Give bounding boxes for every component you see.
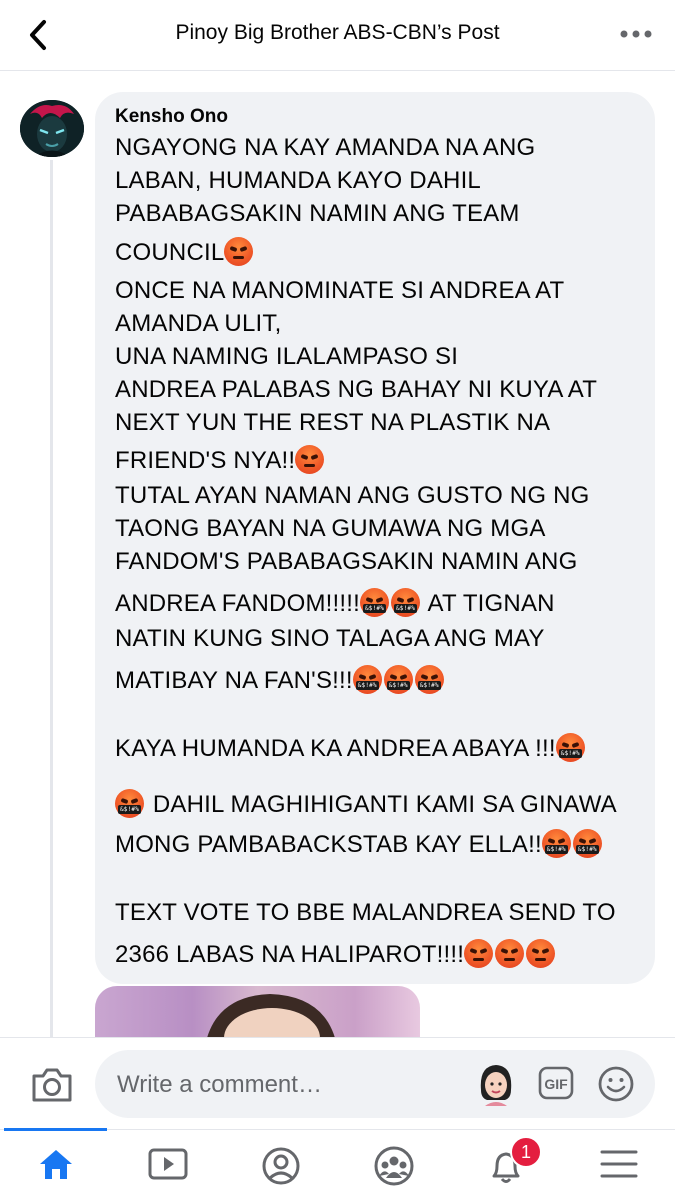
- comment-line-text: NATIN KUNG SINO TALAGA ANG MAY: [115, 625, 545, 652]
- cursing-face-emoji-icon: &$!#%: [352, 665, 382, 694]
- cursing-face-emoji-icon: &$!#%: [555, 733, 585, 762]
- home-icon: [40, 1150, 72, 1179]
- comment-line: NATIN KUNG SINO TALAGA ANG MAY: [115, 625, 545, 653]
- cursing-face-emoji-icon: &$!#%: [541, 829, 571, 858]
- comment-line-text: LABAN, HUMANDA KAYO DAHIL: [115, 167, 481, 194]
- smile-icon[interactable]: [597, 1065, 635, 1103]
- comment-line: MATIBAY NA FAN'S!!! &$!#% &$!#% &$!#%: [115, 665, 446, 695]
- comment-line-text: KAYA HUMANDA KA ANDREA ABAYA !!!: [115, 735, 556, 762]
- comment-input[interactable]: Write a comment… GIF: [95, 1050, 655, 1118]
- notification-badge: 1: [510, 1136, 542, 1168]
- cursing-face-emoji-icon: &$!#%: [383, 665, 413, 694]
- comment-line: FANDOM'S PABABAGSAKIN NAMIN ANG: [115, 548, 577, 576]
- comment-line: TUTAL AYAN NAMAN ANG GUSTO NG NG: [115, 482, 589, 510]
- cursing-face-emoji-icon: &$!#%: [414, 665, 444, 694]
- comment-line-text: MATIBAY NA FAN'S!!!: [115, 667, 353, 694]
- tab-groups[interactable]: [338, 1130, 450, 1201]
- tab-home[interactable]: [0, 1130, 112, 1201]
- comment-line-text: NEXT YUN THE REST NA PLASTIK NA: [115, 409, 551, 436]
- comment-line-text: TAONG BAYAN NA GUMAWA NG MGA: [115, 515, 546, 542]
- comment-line: MONG PAMBABACKSTAB KAY ELLA!! &$!#% &$!#%: [115, 829, 604, 859]
- comment-line-text: UNA NAMING ILALAMPASO SI: [115, 343, 459, 370]
- comment-line-text: COUNCIL: [115, 239, 225, 266]
- comment-line: ANDREA PALABAS NG BAHAY NI KUYA AT: [115, 376, 597, 404]
- video-icon: [148, 1148, 188, 1180]
- comment-author[interactable]: Kensho Ono: [115, 106, 228, 128]
- comment-line: &$!#% DAHIL MAGHIHIGANTI KAMI SA GINAWA: [115, 789, 617, 819]
- comment-composer: Write a comment… GIF: [0, 1037, 675, 1130]
- gif-button[interactable]: GIF: [538, 1066, 574, 1100]
- comment-placeholder: Write a comment…: [117, 1071, 322, 1098]
- comment-line-text: AT TIGNAN: [421, 590, 555, 617]
- avatar[interactable]: [20, 100, 84, 157]
- angry-face-emoji-icon: [295, 445, 325, 474]
- cursing-face-emoji-icon: &$!#%: [359, 588, 389, 617]
- angry-face-emoji-icon: [495, 939, 525, 968]
- comment-line: KAYA HUMANDA KA ANDREA ABAYA !!! &$!#%: [115, 733, 587, 763]
- angry-face-emoji-icon: [224, 237, 254, 266]
- hamburger-icon: [600, 1150, 638, 1178]
- comment-line: NGAYONG NA KAY AMANDA NA ANG: [115, 134, 535, 162]
- comment-line: ONCE NA MANOMINATE SI ANDREA AT: [115, 277, 564, 305]
- bottom-tab-bar: 1: [0, 1128, 675, 1201]
- comment-line-text: AMANDA ULIT,: [115, 310, 282, 337]
- camera-icon[interactable]: [30, 1066, 74, 1104]
- comment-line: PABABAGSAKIN NAMIN ANG TEAM: [115, 200, 520, 228]
- comment-line-text: DAHIL MAGHIHIGANTI KAMI SA GINAWA: [146, 791, 617, 818]
- comment-line-text: ONCE NA MANOMINATE SI ANDREA AT: [115, 277, 565, 304]
- cursing-face-emoji-icon: &$!#%: [390, 588, 420, 617]
- comment-line-text: NGAYONG NA KAY AMANDA NA ANG: [115, 134, 536, 161]
- comment-line-text: FANDOM'S PABABAGSAKIN NAMIN ANG: [115, 548, 578, 575]
- comment-line: UNA NAMING ILALAMPASO SI: [115, 343, 458, 371]
- gif-label: GIF: [544, 1076, 568, 1092]
- avatar-sticker-icon[interactable]: [475, 1062, 517, 1106]
- profile-icon: [262, 1147, 300, 1185]
- comment-line: NEXT YUN THE REST NA PLASTIK NA: [115, 409, 550, 437]
- angry-face-emoji-icon: [464, 939, 494, 968]
- header: Pinoy Big Brother ABS-CBN’s Post: [0, 0, 675, 71]
- comment-line: TAONG BAYAN NA GUMAWA NG MGA: [115, 515, 546, 543]
- comment-line-text: PABABAGSAKIN NAMIN ANG TEAM: [115, 200, 520, 227]
- comment-line: FRIEND'S NYA!!: [115, 445, 326, 475]
- tab-menu[interactable]: [563, 1130, 675, 1201]
- page-title: Pinoy Big Brother ABS-CBN’s Post: [175, 21, 500, 44]
- comment-line-text: ANDREA PALABAS NG BAHAY NI KUYA AT: [115, 376, 598, 403]
- tab-watch[interactable]: [112, 1130, 224, 1201]
- comment-line-text: TEXT VOTE TO BBE MALANDREA SEND TO: [115, 899, 616, 926]
- cursing-face-emoji-icon: &$!#%: [572, 829, 602, 858]
- comment-bubble: Kensho Ono NGAYONG NA KAY AMANDA NA ANG L…: [95, 92, 655, 984]
- comment-line: COUNCIL: [115, 237, 255, 267]
- angry-face-emoji-icon: [526, 939, 556, 968]
- comment-line-text: 2366 LABAS NA HALIPAROT!!!!: [115, 941, 465, 968]
- cursing-face-emoji-icon: &$!#%: [115, 789, 144, 818]
- comment-line-text: FRIEND'S NYA!!: [115, 447, 296, 474]
- comment-line-text: TUTAL AYAN NAMAN ANG GUSTO NG NG: [115, 482, 590, 509]
- tab-notifications[interactable]: 1: [450, 1130, 562, 1201]
- tab-profile[interactable]: [225, 1130, 337, 1201]
- comment-line-text: MONG PAMBABACKSTAB KAY ELLA!!: [115, 831, 542, 858]
- comment-line: ANDREA FANDOM!!!!! &$!#% &$!#% AT TIGNAN: [115, 588, 555, 618]
- comment-line-text: ANDREA FANDOM!!!!!: [115, 590, 360, 617]
- comment-line: 2366 LABAS NA HALIPAROT!!!!: [115, 939, 557, 969]
- groups-icon: [374, 1146, 414, 1186]
- comment-line: LABAN, HUMANDA KAYO DAHIL: [115, 167, 481, 195]
- comment-line: TEXT VOTE TO BBE MALANDREA SEND TO: [115, 899, 616, 927]
- more-horizontal-icon[interactable]: [619, 24, 653, 44]
- thread-line: [50, 160, 53, 1040]
- comment-line: AMANDA ULIT,: [115, 310, 281, 338]
